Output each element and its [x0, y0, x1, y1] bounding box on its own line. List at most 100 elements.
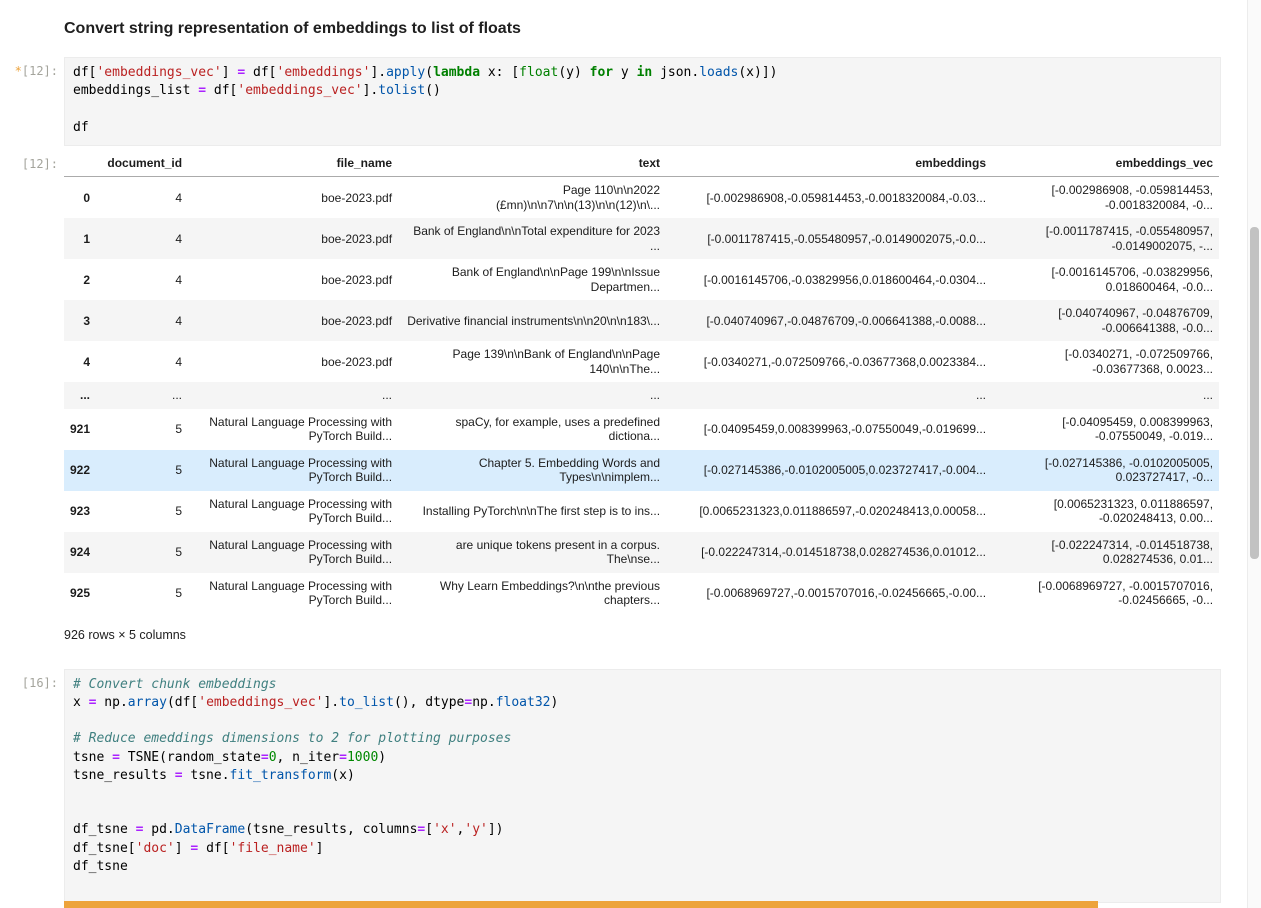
code-token: array: [128, 695, 167, 710]
code-token: # Reduce emeddings dimensions to 2 for p…: [73, 731, 511, 746]
cell-document_id: 5: [96, 409, 188, 450]
code-token: ]: [316, 841, 324, 856]
code-cell-1[interactable]: *[12]: df['embeddings_vec'] = df['embedd…: [64, 57, 1221, 146]
cell-text: Installing PyTorch\n\nThe first step is …: [398, 491, 666, 532]
code-token: embeddings_list: [73, 83, 198, 98]
cell-file_name: boe-2023.pdf: [188, 259, 398, 300]
cell-file_name: Natural Language Processing with PyTorch…: [188, 573, 398, 614]
code-token: np.: [472, 695, 495, 710]
code-token: tsne_results: [73, 768, 175, 783]
cell-embeddings: [-0.0016145706,-0.03829956,0.018600464,-…: [666, 259, 992, 300]
cell-text: Page 139\n\nBank of England\n\nPage 140\…: [398, 341, 666, 382]
code-token: tolist: [378, 83, 425, 98]
jupyter-notebook-page: { "heading": "Convert string representat…: [0, 0, 1261, 908]
cell-embeddings_vec: [-0.0011787415, -0.055480957, -0.0149002…: [992, 218, 1219, 259]
code-line: df: [73, 119, 1212, 137]
row-index: 4: [64, 341, 96, 382]
column-header-file_name: file_name: [188, 152, 398, 177]
code-line: tsne = TSNE(random_state=0, n_iter=1000): [73, 749, 1212, 767]
table-row-3: 34boe-2023.pdfDerivative financial instr…: [64, 300, 1219, 341]
column-header-index: [64, 152, 96, 177]
row-index: 923: [64, 491, 96, 532]
code-token: (df[: [167, 695, 198, 710]
code-line: df_tsne = pd.DataFrame(tsne_results, col…: [73, 821, 1212, 839]
table-row-922: 9225Natural Language Processing with PyT…: [64, 450, 1219, 491]
code-line: df['embeddings_vec'] = df['embeddings'].…: [73, 64, 1212, 82]
cell-embeddings_vec: [-0.04095459, 0.008399963, -0.07550049, …: [992, 409, 1219, 450]
cell-text: Bank of England\n\nTotal expenditure for…: [398, 218, 666, 259]
row-index: 921: [64, 409, 96, 450]
row-index: 2: [64, 259, 96, 300]
table-row-...: ..................: [64, 382, 1219, 409]
code-editor-1[interactable]: df['embeddings_vec'] = df['embeddings'].…: [64, 57, 1221, 146]
code-line: df_tsne: [73, 858, 1212, 876]
vertical-scrollbar-thumb[interactable]: [1250, 227, 1259, 559]
horizontal-scrollbar-thumb[interactable]: [64, 901, 1098, 908]
cell-file_name: boe-2023.pdf: [188, 300, 398, 341]
code-token: =: [261, 750, 269, 765]
vertical-scrollbar[interactable]: [1247, 0, 1261, 908]
code-token: 'y': [464, 822, 487, 837]
cell-embeddings: [-0.040740967,-0.04876709,-0.006641388,-…: [666, 300, 992, 341]
cell-embeddings: [0.0065231323,0.011886597,-0.020248413,0…: [666, 491, 992, 532]
code-token: to_list: [339, 695, 394, 710]
code-token: df[: [245, 65, 276, 80]
code-token: for: [590, 65, 613, 80]
cell-document_id: ...: [96, 382, 188, 409]
cell-embeddings_vec: [-0.0016145706, -0.03829956, 0.018600464…: [992, 259, 1219, 300]
code-token: df_tsne: [73, 859, 128, 874]
table-row-2: 24boe-2023.pdfBank of England\n\nPage 19…: [64, 259, 1219, 300]
code-token: ].: [323, 695, 339, 710]
code-token: , n_iter: [277, 750, 340, 765]
code-token: =: [198, 83, 206, 98]
code-token: DataFrame: [175, 822, 245, 837]
code-token: 0: [269, 750, 277, 765]
code-token: 'file_name': [230, 841, 316, 856]
code-token: float: [519, 65, 558, 80]
cell-embeddings: [-0.022247314,-0.014518738,0.028274536,0…: [666, 532, 992, 573]
code-token: np.: [96, 695, 127, 710]
row-index: 1: [64, 218, 96, 259]
code-token: ]): [488, 822, 504, 837]
cell-document_id: 4: [96, 218, 188, 259]
cell-embeddings: [-0.0011787415,-0.055480957,-0.014900207…: [666, 218, 992, 259]
cell-document_id: 5: [96, 491, 188, 532]
code-token: y: [613, 65, 636, 80]
code-token: tsne.: [183, 768, 230, 783]
code-token: loads: [699, 65, 738, 80]
dataframe-summary: 926 rows × 5 columns: [64, 628, 1221, 642]
code-token: 'doc': [136, 841, 175, 856]
code-token: x: [: [480, 65, 519, 80]
code-line: x = np.array(df['embeddings_vec'].to_lis…: [73, 694, 1212, 712]
code-token: in: [637, 65, 653, 80]
cell-document_id: 4: [96, 341, 188, 382]
code-token: tsne: [73, 750, 112, 765]
cell-embeddings: [-0.0340271,-0.072509766,-0.03677368,0.0…: [666, 341, 992, 382]
code-token: x: [73, 695, 89, 710]
code-token: 'embeddings_vec': [237, 83, 362, 98]
code-line: [73, 803, 1212, 821]
column-header-text: text: [398, 152, 666, 177]
code-token: ]: [175, 841, 191, 856]
table-row-925: 9255Natural Language Processing with PyT…: [64, 573, 1219, 614]
code-line: tsne_results = tsne.fit_transform(x): [73, 767, 1212, 785]
cell-file_name: ...: [188, 382, 398, 409]
code-token: 'embeddings_vec': [198, 695, 323, 710]
code-content-2: # Convert chunk embeddingsx = np.array(d…: [73, 676, 1212, 894]
code-line: [73, 876, 1212, 894]
markdown-heading: Convert string representation of embeddi…: [64, 20, 1247, 38]
cell-embeddings_vec: [0.0065231323, 0.011886597, -0.020248413…: [992, 491, 1219, 532]
cell-text: Chapter 5. Embedding Words and Types\n\n…: [398, 450, 666, 491]
code-token: fit_transform: [230, 768, 332, 783]
code-cell-2[interactable]: [16]: # Convert chunk embeddingsx = np.a…: [64, 669, 1221, 903]
code-editor-2[interactable]: # Convert chunk embeddingsx = np.array(d…: [64, 669, 1221, 903]
code-token: (y): [558, 65, 589, 80]
table-row-921: 9215Natural Language Processing with PyT…: [64, 409, 1219, 450]
code-token: df[: [73, 65, 96, 80]
cell-text: Derivative financial instruments\n\n20\n…: [398, 300, 666, 341]
cell-embeddings_vec: ...: [992, 382, 1219, 409]
dataframe-table: document_idfile_nametextembeddingsembedd…: [64, 152, 1219, 614]
cell-embeddings_vec: [-0.0340271, -0.072509766, -0.03677368, …: [992, 341, 1219, 382]
output-cell-1: [12]: document_idfile_nametextembeddings…: [64, 152, 1221, 642]
markdown-cell[interactable]: Convert string representation of embeddi…: [0, 20, 1247, 38]
